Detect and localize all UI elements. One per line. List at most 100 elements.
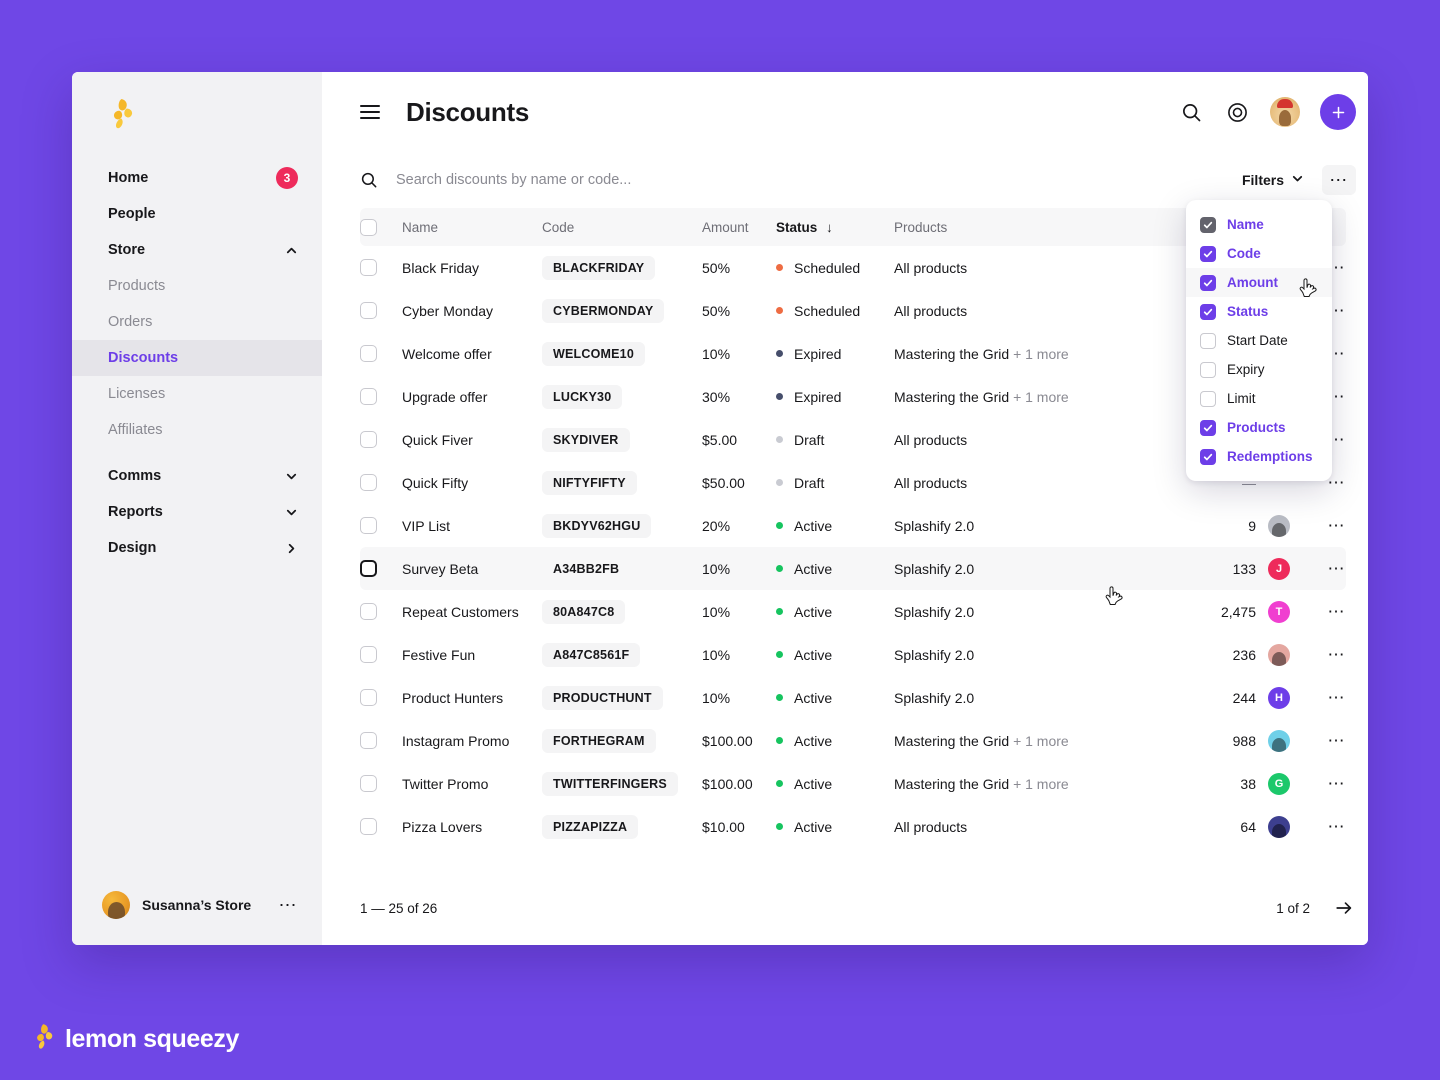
table-row[interactable]: Repeat Customers 80A847C8 10% Active Splashi… [360, 590, 1346, 633]
sidebar-item-label: Comms [108, 468, 162, 484]
row-checkbox[interactable] [360, 603, 377, 621]
filters-button[interactable]: Filters [1232, 165, 1314, 195]
checkbox-icon[interactable] [1200, 245, 1216, 262]
sidebar-item-store[interactable]: Store [72, 232, 322, 268]
row-checkbox[interactable] [360, 646, 377, 664]
cell-code: FORTHEGRAM [542, 719, 702, 762]
table-row[interactable]: VIP List BKDYV62HGU 20% Active Splashify 2.0… [360, 504, 1346, 547]
table-row[interactable]: Festive Fun A847C8561F 10% Active Splashify … [360, 633, 1346, 676]
column-toggle-start-date[interactable]: Start Date [1186, 326, 1332, 355]
sidebar-item-discounts[interactable]: Discounts [72, 340, 322, 376]
row-checkbox[interactable] [360, 560, 377, 578]
search-icon[interactable] [1178, 99, 1204, 125]
header-products[interactable]: Products [894, 208, 1194, 246]
ellipsis-icon[interactable]: ⋯ [1328, 731, 1347, 750]
product-more-label: + 1 more [1013, 775, 1069, 792]
checkbox-icon[interactable] [1200, 303, 1216, 320]
cell-amount: 30% [702, 388, 731, 405]
checkbox-icon[interactable] [1200, 332, 1216, 349]
table-row[interactable]: Pizza Lovers PIZZAPIZZA $10.00 Active All pr… [360, 805, 1346, 848]
ellipsis-icon[interactable]: ⋯ [1328, 516, 1347, 535]
status-dot [776, 651, 783, 658]
table-row[interactable]: Product Hunters PRODUCTHUNT 10% Active Splas… [360, 676, 1346, 719]
filters-label: Filters [1241, 172, 1284, 188]
pagination-page: 1 of 2 [1276, 900, 1310, 916]
checkbox-icon[interactable] [1200, 216, 1216, 233]
cell-name: Twitter Promo [402, 775, 489, 792]
columns-dropdown-menu[interactable]: Name Code Amount Status Start Date Expiry Limi… [1186, 200, 1332, 481]
column-toggle-limit[interactable]: Limit [1186, 384, 1332, 413]
ellipsis-icon[interactable]: ⋯ [1328, 602, 1347, 621]
column-toggle-expiry[interactable]: Expiry [1186, 355, 1332, 384]
sidebar-item-design[interactable]: Design [72, 530, 322, 566]
row-checkbox[interactable] [360, 474, 377, 492]
search-input[interactable] [396, 172, 1232, 188]
column-toggle-code[interactable]: Code [1186, 239, 1332, 268]
row-actions-menu[interactable]: ⋯ [1302, 590, 1346, 633]
row-checkbox[interactable] [360, 259, 377, 277]
row-checkbox[interactable] [360, 689, 377, 707]
table-row[interactable]: Instagram Promo FORTHEGRAM $100.00 Active Ma… [360, 719, 1346, 762]
sidebar-item-affiliates[interactable]: Affiliates [72, 412, 322, 448]
ellipsis-icon[interactable]: ⋯ [1328, 688, 1347, 707]
column-toggle-amount[interactable]: Amount [1186, 268, 1332, 297]
table-row[interactable]: Twitter Promo TWITTERFINGERS $100.00 Active… [360, 762, 1346, 805]
sidebar-item-licenses[interactable]: Licenses [72, 376, 322, 412]
column-toggle-status[interactable]: Status [1186, 297, 1332, 326]
sidebar-item-comms[interactable]: Comms [72, 458, 322, 494]
sidebar-item-people[interactable]: People [72, 196, 322, 232]
row-actions-menu[interactable]: ⋯ [1302, 762, 1346, 805]
row-actions-menu[interactable]: ⋯ [1302, 504, 1346, 547]
ellipsis-icon[interactable]: ⋯ [1328, 774, 1347, 793]
ellipsis-icon[interactable]: ⋯ [1328, 559, 1347, 578]
header-amount[interactable]: Amount [702, 208, 776, 246]
store-switcher[interactable]: Susanna’s Store ⋯ [72, 885, 322, 925]
checkbox-icon[interactable] [1200, 448, 1216, 465]
row-checkbox[interactable] [360, 517, 377, 535]
help-target-icon[interactable] [1224, 99, 1250, 125]
header-status[interactable]: Status ↓ [776, 208, 894, 246]
checkbox-icon[interactable] [1200, 274, 1216, 291]
plus-icon[interactable] [1320, 94, 1356, 130]
cell-status: Active [776, 676, 894, 719]
row-checkbox[interactable] [360, 775, 377, 793]
row-actions-menu[interactable]: ⋯ [1302, 676, 1346, 719]
status-label: Expired [794, 345, 842, 362]
row-checkbox[interactable] [360, 388, 377, 406]
row-checkbox[interactable] [360, 345, 377, 363]
column-toggle-name[interactable]: Name [1186, 210, 1332, 239]
ellipsis-icon[interactable]: ⋯ [279, 896, 299, 914]
row-actions-menu[interactable]: ⋯ [1302, 633, 1346, 676]
arrow-right-icon[interactable] [1332, 896, 1356, 920]
row-checkbox[interactable] [360, 732, 377, 750]
sidebar-item-orders[interactable]: Orders [72, 304, 322, 340]
column-options-button[interactable]: ⋯ [1322, 165, 1356, 195]
user-avatar[interactable] [1270, 97, 1300, 127]
row-actions-menu[interactable]: ⋯ [1302, 805, 1346, 848]
checkbox-icon[interactable] [1200, 361, 1216, 378]
sidebar-item-reports[interactable]: Reports [72, 494, 322, 530]
header-code[interactable]: Code [542, 208, 702, 246]
row-actions-menu[interactable]: ⋯ [1302, 719, 1346, 762]
column-toggle-products[interactable]: Products [1186, 413, 1332, 442]
column-toggle-redemptions[interactable]: Redemptions [1186, 442, 1332, 471]
product-name: Mastering the Grid [894, 345, 1010, 362]
select-all-checkbox[interactable] [360, 218, 377, 236]
cell-products: All products [894, 289, 1194, 332]
table-row[interactable]: Survey Beta A34BB2FB 10% Active Splashify 2.… [360, 547, 1346, 590]
checkbox-icon[interactable] [1200, 419, 1216, 436]
header-name[interactable]: Name [402, 208, 542, 246]
row-checkbox[interactable] [360, 431, 377, 449]
checkbox-icon[interactable] [1200, 390, 1216, 407]
sidebar-item-home[interactable]: Home 3 [72, 160, 322, 196]
ellipsis-icon[interactable]: ⋯ [1328, 645, 1347, 664]
row-actions-menu[interactable]: ⋯ [1302, 547, 1346, 590]
cell-name: Product Hunters [402, 689, 504, 706]
row-checkbox[interactable] [360, 818, 377, 836]
hamburger-icon[interactable] [360, 105, 380, 119]
sidebar-item-products[interactable]: Products [72, 268, 322, 304]
ellipsis-icon[interactable]: ⋯ [1328, 817, 1347, 836]
sidebar-nav: Home 3 People Store Products Orders Discounts L… [72, 160, 322, 566]
row-checkbox[interactable] [360, 302, 377, 320]
status-label: Active [794, 818, 833, 835]
